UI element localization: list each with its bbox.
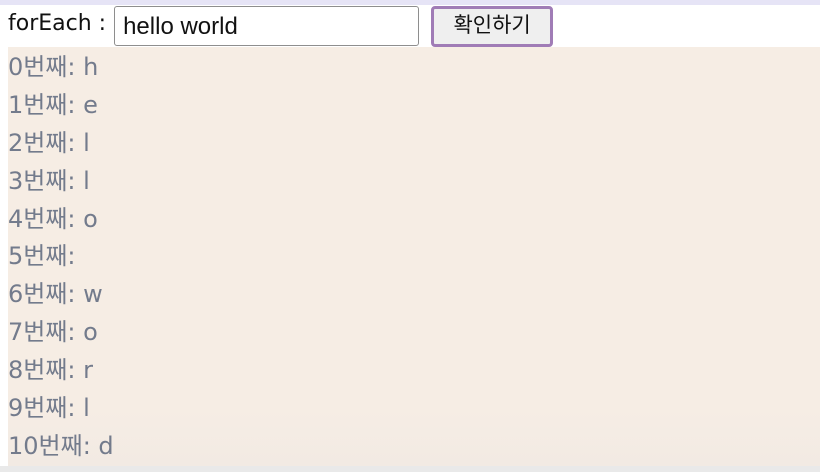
result-line: 0번째: h — [8, 53, 99, 81]
result-line: 1번째: e — [8, 90, 98, 119]
foreach-form: forEach : 확인하기 — [8, 5, 554, 47]
result-line: 2번째: l — [8, 128, 90, 157]
result-line: 7번째: o — [8, 318, 98, 347]
result-area: 0번째: h 1번째: e 2번째: l 3번째: l 4번째: o 5번째: … — [8, 47, 820, 466]
result-line: 8번째: r — [8, 356, 94, 385]
text-input[interactable] — [114, 6, 420, 46]
result-line: 9번째: l — [8, 394, 90, 423]
result-line: 3번째: l — [8, 166, 90, 195]
foreach-label: forEach : — [8, 10, 107, 36]
result-line: 5번째: — [8, 242, 91, 271]
bottom-strip — [0, 466, 820, 472]
confirm-button[interactable]: 확인하기 — [431, 5, 554, 47]
result-line: 6번째: w — [8, 280, 103, 309]
result-line: 4번째: o — [8, 204, 98, 233]
result-line: 10번째: d — [8, 431, 114, 460]
